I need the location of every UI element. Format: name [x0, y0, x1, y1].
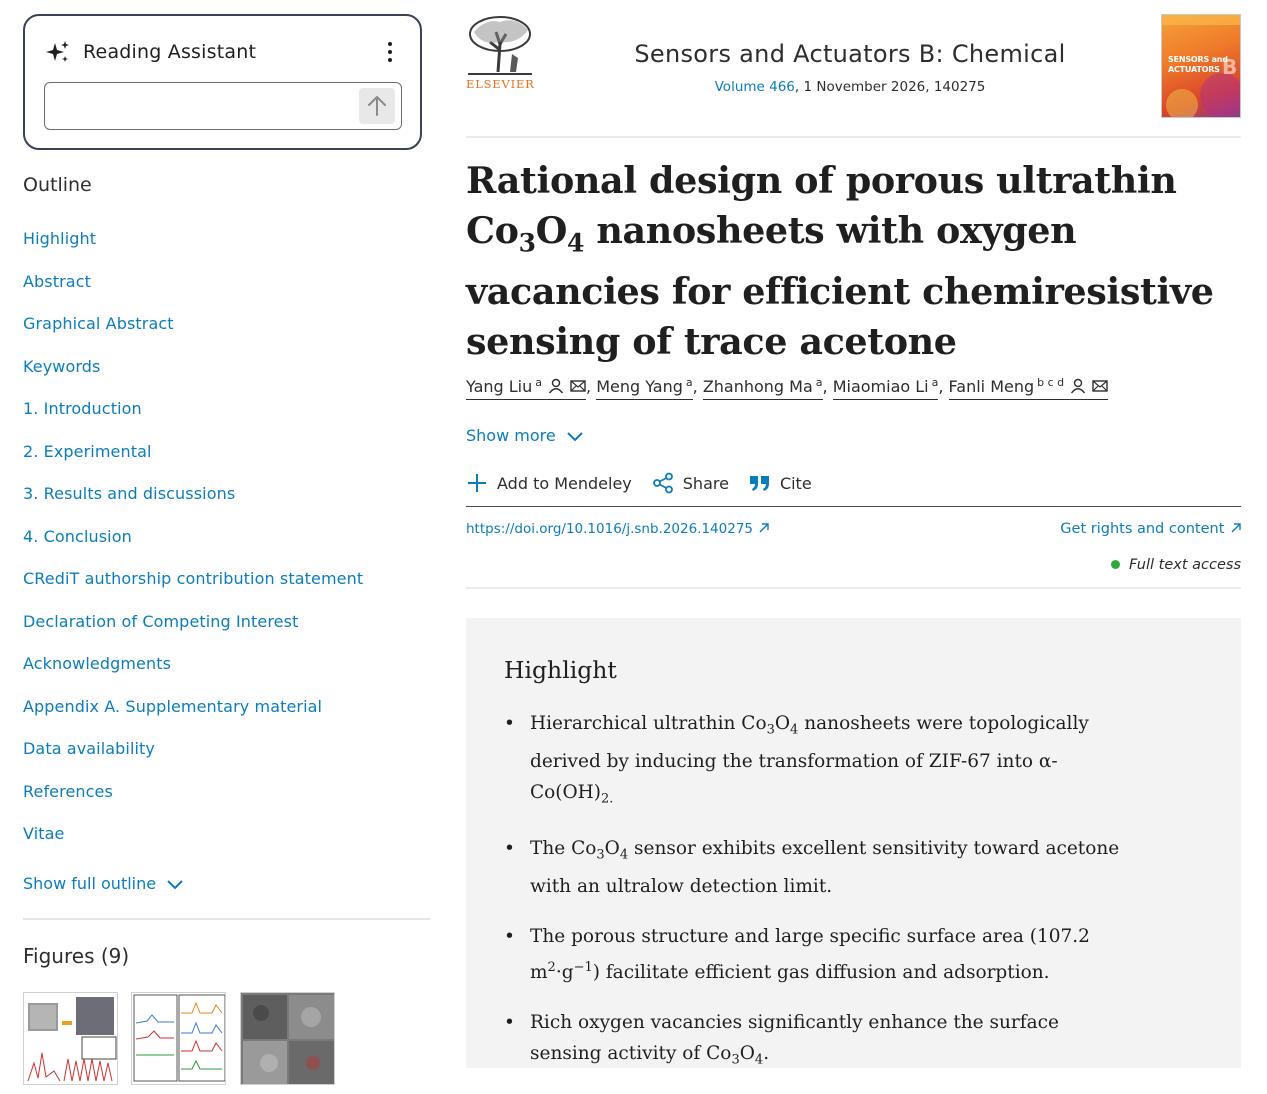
author-zhanhong-ma[interactable]: Zhanhong Ma a	[702, 376, 823, 400]
outline-item-introduction[interactable]: 1. Introduction	[23, 396, 423, 439]
show-full-outline-button[interactable]: Show full outline	[23, 874, 184, 893]
outline-item-appendix[interactable]: Appendix A. Supplementary material	[23, 694, 423, 737]
outline-item-abstract[interactable]: Abstract	[23, 269, 423, 312]
outline-item-competing-interest[interactable]: Declaration of Competing Interest	[23, 609, 423, 652]
person-icon	[548, 378, 564, 394]
outline-item-credit[interactable]: CRediT authorship contribution statement	[23, 566, 423, 609]
assistant-title: Reading Assistant	[83, 41, 257, 63]
sidebar-divider	[23, 918, 430, 920]
highlight-section: Highlight Hierarchical ultrathin Co3O4 n…	[466, 618, 1241, 1068]
outline-list: Highlight Abstract Graphical Abstract Ke…	[23, 226, 423, 864]
article-actions: Add to Mendeley Share Cite	[466, 472, 832, 494]
person-icon	[1071, 378, 1086, 394]
outline-item-keywords[interactable]: Keywords	[23, 354, 423, 397]
cite-label: Cite	[779, 473, 812, 493]
author-list: Yang Liu a, Meng Yang a, Zhanhong Ma a, Mia…	[466, 376, 1109, 400]
volume-line: Volume 466, 1 November 2026, 140275	[560, 79, 1140, 95]
doi-link[interactable]: https://doi.org/10.1016/j.snb.2026.14027…	[466, 521, 770, 537]
figure-thumbnail-1[interactable]	[23, 992, 118, 1085]
volume-link[interactable]: Volume 466	[715, 79, 795, 95]
share-icon	[652, 472, 673, 494]
outline-item-graphical-abstract[interactable]: Graphical Abstract	[23, 311, 423, 354]
show-more-button[interactable]: Show more	[466, 426, 584, 445]
outline-item-results[interactable]: 3. Results and discussions	[23, 481, 423, 524]
share-button[interactable]: Share	[652, 472, 729, 494]
highlight-list: Hierarchical ultrathin Co3O4 nanosheets …	[504, 708, 1124, 1094]
outline-item-references[interactable]: References	[23, 779, 423, 822]
cover-letter: B	[1222, 55, 1238, 79]
show-full-outline-label: Show full outline	[23, 874, 157, 893]
journal-title[interactable]: Sensors and Actuators B: Chemical	[560, 40, 1140, 68]
highlight-item: Rich oxygen vacancies significantly enha…	[504, 1007, 1124, 1076]
outline-item-experimental[interactable]: 2. Experimental	[23, 439, 423, 482]
get-rights-link[interactable]: Get rights and content	[1000, 521, 1241, 537]
cover-line-1: SENSORS and	[1168, 55, 1228, 64]
reading-assistant-panel: Reading Assistant	[23, 14, 422, 150]
outline-item-data-availability[interactable]: Data availability	[23, 736, 423, 779]
author-fanli-meng[interactable]: Fanli Meng b c d	[948, 376, 1109, 400]
assistant-question-input[interactable]	[53, 91, 353, 121]
actions-divider	[466, 506, 1241, 507]
figure-thumbnail-3[interactable]	[240, 992, 335, 1085]
mendeley-label: Add to Mendeley	[497, 473, 632, 493]
assistant-input-box	[44, 82, 402, 130]
more-options-icon[interactable]	[386, 42, 394, 64]
send-button[interactable]	[359, 88, 395, 124]
outline-heading: Outline	[23, 174, 92, 196]
external-link-icon	[759, 523, 770, 533]
cite-button[interactable]: Cite	[749, 473, 812, 493]
external-link-icon	[1231, 523, 1241, 533]
full-text-access-badge: Full text access	[1000, 557, 1241, 573]
outline-item-acknowledgments[interactable]: Acknowledgments	[23, 651, 423, 694]
outline-item-highlight[interactable]: Highlight	[23, 226, 423, 269]
highlight-item: The porous structure and large specific …	[504, 921, 1124, 988]
journal-cover-image[interactable]: SENSORS and ACTUATORS B	[1161, 14, 1241, 118]
header-divider	[466, 136, 1241, 138]
plus-icon	[468, 474, 486, 492]
email-icon	[570, 380, 586, 392]
figures-heading: Figures (9)	[23, 944, 130, 968]
author-meng-yang[interactable]: Meng Yang a	[596, 376, 693, 400]
author-yang-liu[interactable]: Yang Liu a	[466, 376, 587, 400]
outline-item-vitae[interactable]: Vitae	[23, 821, 423, 864]
share-label: Share	[682, 473, 729, 493]
figure-thumbnail-2[interactable]	[131, 992, 226, 1085]
add-to-mendeley-button[interactable]: Add to Mendeley	[466, 472, 632, 494]
sparkle-icon	[46, 41, 69, 62]
show-more-label: Show more	[466, 426, 556, 445]
meta-divider	[466, 587, 1241, 589]
chevron-down-icon	[566, 431, 583, 441]
quote-icon	[749, 476, 769, 491]
outline-item-conclusion[interactable]: 4. Conclusion	[23, 524, 423, 567]
author-miaomiao-li[interactable]: Miaomiao Li a	[832, 376, 939, 400]
publisher-name: ELSEVIER	[466, 77, 535, 91]
email-icon	[1092, 380, 1108, 392]
arrow-up-icon	[368, 96, 386, 116]
access-status-dot	[1111, 560, 1121, 569]
volume-date: , 1 November 2026, 140275	[794, 79, 986, 95]
highlight-item: Hierarchical ultrathin Co3O4 nanosheets …	[504, 708, 1124, 814]
highlight-item: The Co3O4 sensor exhibits excellent sens…	[504, 833, 1124, 902]
highlight-heading: Highlight	[504, 656, 617, 684]
chevron-down-icon	[167, 879, 183, 889]
cover-line-2: ACTUATORS	[1168, 65, 1220, 74]
article-title: Rational design of porous ultrathin Co3O…	[466, 159, 1214, 363]
